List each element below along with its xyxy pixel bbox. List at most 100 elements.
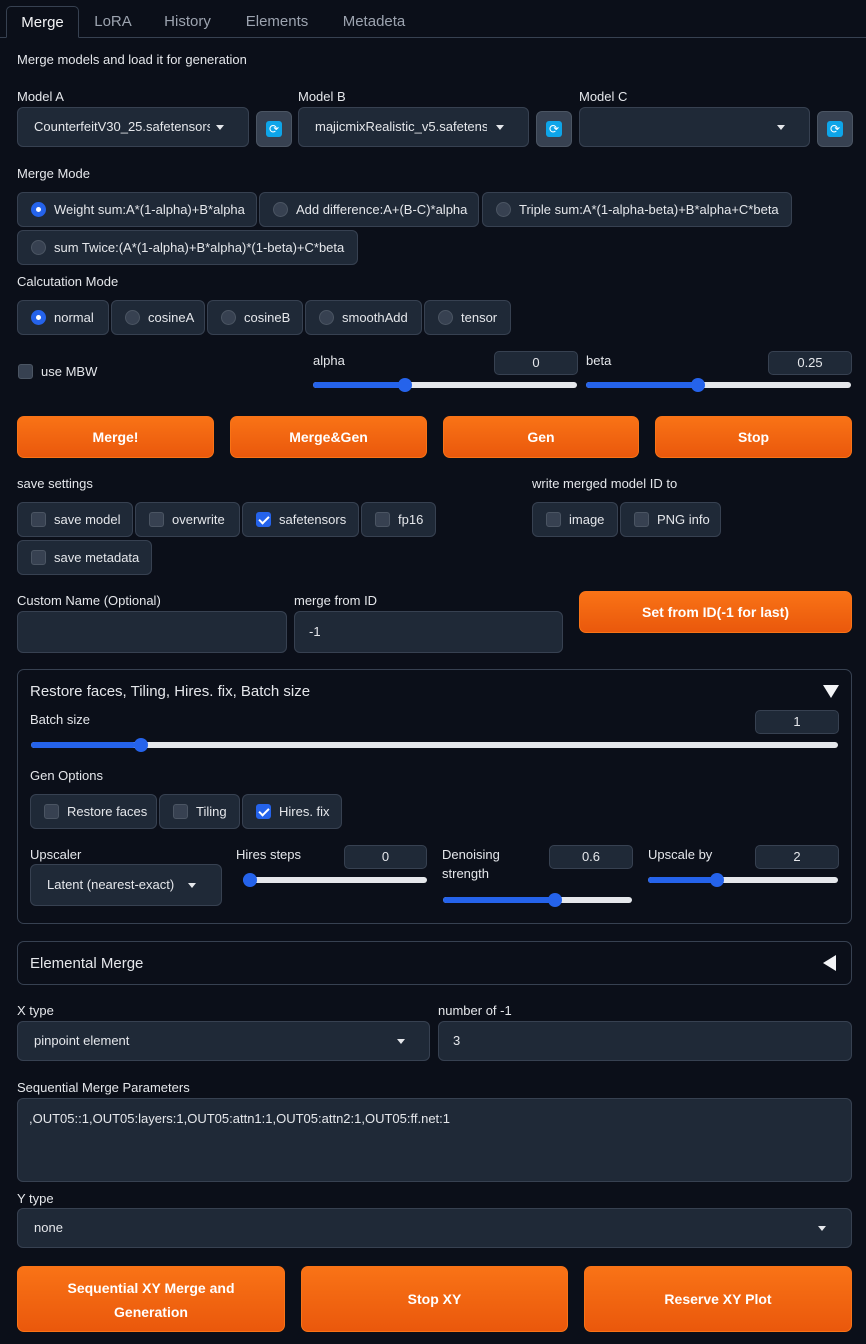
merge-mode-option[interactable]: Weight sum:A*(1-alpha)+B*alpha [17,192,257,227]
option-label: save metadata [54,550,140,565]
tab-history[interactable]: History [150,6,225,38]
overwrite-checkbox[interactable]: overwrite [135,502,240,537]
model-a-refresh-button[interactable]: ⟳ [256,111,292,147]
chevron-down-icon [188,883,196,888]
denoising-number-input[interactable]: 0.6 [549,845,633,869]
merge-mode-option[interactable]: Triple sum:A*(1-alpha-beta)+B*alpha+C*be… [482,192,792,227]
calc-mode-option[interactable]: cosineA [111,300,205,335]
radio-icon [221,310,236,325]
png-info-checkbox[interactable]: PNG info [620,502,721,537]
image-checkbox[interactable]: image [532,502,618,537]
denoising-label: Denoising [442,847,500,862]
calc-mode-option[interactable]: cosineB [207,300,303,335]
tiling-checkbox[interactable]: Tiling [159,794,240,829]
upscaler-label: Upscaler [30,847,82,862]
checkbox-icon [149,512,164,527]
refresh-icon: ⟳ [827,121,843,137]
reserve-xy-plot-button[interactable]: Reserve XY Plot [584,1266,852,1332]
seq-params-textarea[interactable]: ,OUT05::1,OUT05:layers:1,OUT05:attn1:1,O… [17,1098,852,1182]
option-label: tensor [461,310,498,325]
radio-icon [496,202,511,217]
alpha-slider[interactable] [313,378,577,392]
gen-options-label: Gen Options [30,768,103,783]
batch-size-number-input[interactable]: 1 [755,710,839,734]
x-type-label: X type [17,1003,54,1018]
hires-steps-slider-thumb[interactable] [243,873,257,887]
option-label: Triple sum:A*(1-alpha-beta)+B*alpha+C*be… [519,202,779,217]
set-from-id-button[interactable]: Set from ID(-1 for last) [579,591,852,633]
merge-from-input[interactable]: -1 [294,611,563,653]
calc-mode-option[interactable]: tensor [424,300,511,335]
stop-xy-button[interactable]: Stop XY [301,1266,568,1332]
option-label: image [569,512,605,527]
option-label: cosineB [244,310,291,325]
tab-lora[interactable]: LoRA [84,6,142,38]
upscale-by-slider-fill [648,877,715,883]
stop-button[interactable]: Stop [655,416,852,458]
custom-name-input[interactable] [17,611,287,653]
beta-slider[interactable] [586,378,851,392]
upscale-by-number-input[interactable]: 2 [755,845,839,869]
x-type-dropdown[interactable]: pinpoint element [17,1021,430,1061]
denoising-slider-thumb[interactable] [548,893,562,907]
elemental-accordion-title[interactable]: Elemental Merge [30,955,143,972]
number-of-input[interactable]: 3 [438,1021,852,1061]
chevron-down-icon [496,125,504,130]
option-label: safetensors [279,512,347,527]
hires-steps-slider[interactable] [243,873,427,887]
alpha-label: alpha [313,353,345,368]
radio-icon [31,240,46,255]
upscale-by-slider-thumb[interactable] [709,873,724,887]
caret-down-icon[interactable] [823,685,839,698]
alpha-slider-thumb[interactable] [398,378,412,392]
fp16-checkbox[interactable]: fp16 [361,502,436,537]
chevron-down-icon [818,1226,826,1231]
alpha-number-input[interactable]: 0 [494,351,578,375]
model-c-dropdown[interactable] [579,107,810,147]
restore-faces-checkbox[interactable]: Restore faces [30,794,157,829]
caret-left-icon[interactable] [823,955,836,971]
restore-accordion-title[interactable]: Restore faces, Tiling, Hires. fix, Batch… [30,683,310,700]
radio-icon [438,310,453,325]
save-metadata-checkbox[interactable]: save metadata [17,540,152,575]
save-model-checkbox[interactable]: save model [17,502,133,537]
sequential-xy-merge-button[interactable]: Sequential XY Merge and Generation [17,1266,285,1332]
merge-mode-option[interactable]: sum Twice:(A*(1-alpha)+B*alpha)*(1-beta)… [17,230,358,265]
model-a-dropdown[interactable]: CounterfeitV30_25.safetensors [17,107,249,147]
denoising-slider-fill [443,897,557,903]
save-settings-label: save settings [17,476,93,491]
gen-button[interactable]: Gen [443,416,639,458]
beta-number-input[interactable]: 0.25 [768,351,852,375]
option-label: cosineA [148,310,195,325]
use-mbw-checkbox[interactable] [18,364,33,379]
safetensors-checkbox[interactable]: safetensors [242,502,359,537]
denoising-slider[interactable] [443,893,632,907]
write-id-label: write merged model ID to [532,476,678,491]
tab-metadeta[interactable]: Metadeta [330,6,418,38]
upscaler-dropdown[interactable]: Latent (nearest-exact) [30,864,222,906]
calc-mode-option[interactable]: smoothAdd [305,300,422,335]
checkbox-icon [173,804,188,819]
number-of-label: number of -1 [438,1003,512,1018]
hires-steps-number-input[interactable]: 0 [344,845,427,869]
hires-fix-checkbox[interactable]: Hires. fix [242,794,342,829]
calc-mode-option[interactable]: normal [17,300,109,335]
merge-mode-option[interactable]: Add difference:A+(B-C)*alpha [259,192,479,227]
batch-size-slider-thumb[interactable] [134,738,149,752]
batch-size-slider[interactable] [31,738,838,752]
option-label: save model [54,512,121,527]
sequential-xy-merge-label-1: Sequential XY Merge and [67,1280,235,1296]
model-b-refresh-button[interactable]: ⟳ [536,111,572,147]
tab-elements[interactable]: Elements [234,6,320,38]
tab-merge[interactable]: Merge [6,6,79,38]
model-c-refresh-button[interactable]: ⟳ [817,111,853,147]
upscaler-value: Latent (nearest-exact) [47,877,175,892]
beta-slider-thumb[interactable] [691,378,706,392]
y-type-value: none [34,1220,63,1235]
upscale-by-slider[interactable] [648,873,838,887]
merge-button[interactable]: Merge! [17,416,214,458]
y-type-dropdown[interactable]: none [17,1208,852,1248]
model-b-dropdown[interactable]: majicmixRealistic_v5.safetensors [298,107,529,147]
option-label: Restore faces [67,804,148,819]
merge-gen-button[interactable]: Merge&Gen [230,416,427,458]
